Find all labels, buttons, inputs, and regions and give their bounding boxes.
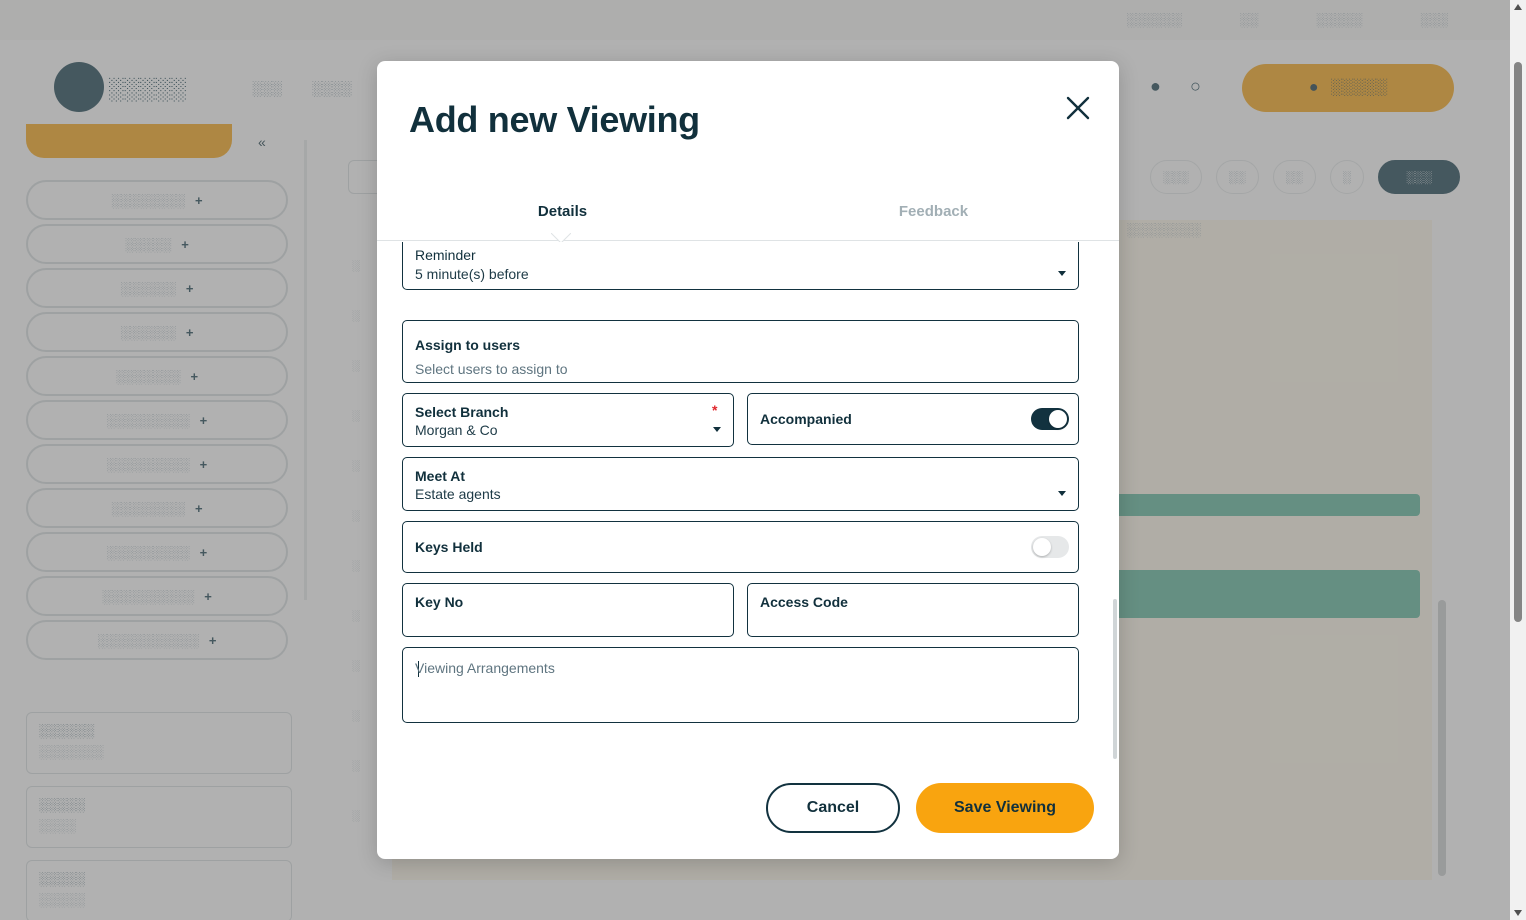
reminder-select[interactable]: Reminder 5 minute(s) before <box>402 242 1079 290</box>
cancel-button[interactable]: Cancel <box>766 783 900 833</box>
accompanied-toggle[interactable] <box>1031 408 1069 430</box>
details-form: Reminder 5 minute(s) before Assign to us… <box>377 242 1119 762</box>
tab-details[interactable]: Details <box>377 203 748 220</box>
key-no-label: Key No <box>415 594 464 610</box>
scroll-down-arrow-icon[interactable] <box>1514 910 1522 916</box>
modal-title: Add new Viewing <box>409 99 700 140</box>
chevron-down-icon <box>713 427 721 432</box>
tab-feedback[interactable]: Feedback <box>748 203 1119 220</box>
viewing-arrangements-textarea[interactable]: Viewing Arrangements <box>402 647 1079 723</box>
meet-at-select[interactable]: Meet At Estate agents <box>402 457 1079 511</box>
toggle-knob <box>1033 538 1051 556</box>
accompanied-label: Accompanied <box>760 411 852 427</box>
close-button[interactable] <box>1061 91 1095 125</box>
key-no-input[interactable]: Key No <box>402 583 734 637</box>
form-scrollbar[interactable] <box>1113 599 1117 759</box>
page-scrollbar[interactable] <box>1510 0 1526 920</box>
keys-held-toggle[interactable] <box>1031 536 1069 558</box>
assign-users-placeholder: Select users to assign to <box>415 361 568 377</box>
reminder-value: 5 minute(s) before <box>415 266 529 282</box>
viewing-arrangements-placeholder: Viewing Arrangements <box>415 660 555 676</box>
scroll-up-arrow-icon[interactable] <box>1514 4 1522 10</box>
toggle-knob <box>1049 410 1067 428</box>
access-code-input[interactable]: Access Code <box>747 583 1079 637</box>
page-scroll-thumb[interactable] <box>1514 62 1522 622</box>
close-icon <box>1066 96 1090 120</box>
required-indicator: * <box>712 402 718 418</box>
accompanied-field: Accompanied <box>747 393 1079 445</box>
assign-users-field[interactable]: Assign to users Select users to assign t… <box>402 320 1079 383</box>
add-viewing-modal: Add new Viewing Details Feedback Reminde… <box>377 61 1119 859</box>
branch-label: Select Branch <box>415 404 509 420</box>
access-code-label: Access Code <box>760 594 848 610</box>
meet-at-value: Estate agents <box>415 486 501 502</box>
save-viewing-button[interactable]: Save Viewing <box>916 783 1094 833</box>
branch-value: Morgan & Co <box>415 422 498 438</box>
chevron-down-icon <box>1058 271 1066 276</box>
chevron-down-icon <box>1058 491 1066 496</box>
meet-at-label: Meet At <box>415 468 466 484</box>
keys-held-field: Keys Held <box>402 521 1079 573</box>
reminder-label: Reminder <box>415 247 476 263</box>
modal-tabs: Details Feedback <box>377 191 1119 241</box>
branch-select[interactable]: Select Branch * Morgan & Co <box>402 393 734 447</box>
keys-held-label: Keys Held <box>415 539 483 555</box>
assign-users-label: Assign to users <box>415 337 521 353</box>
